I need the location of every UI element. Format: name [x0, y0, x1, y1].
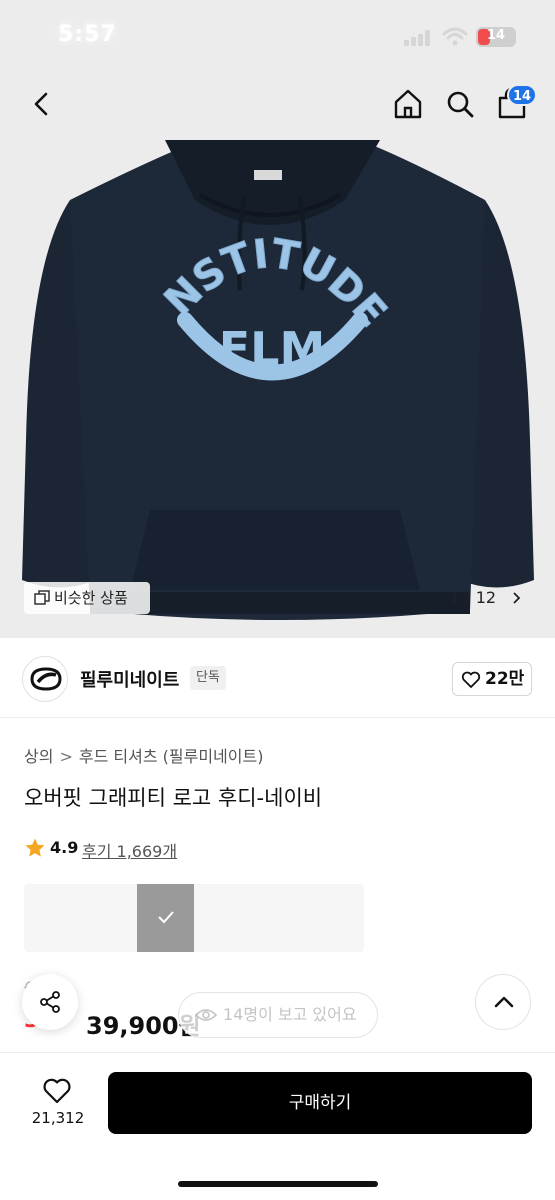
brand-logo-mark — [30, 667, 62, 691]
brand-row: 필루미네이트 단독 22만 — [0, 648, 555, 718]
cart-count-badge: 14 — [507, 84, 537, 106]
top-navigation: 14 — [0, 76, 555, 134]
product-image[interactable]: INSTITUDE FLM — [0, 140, 555, 638]
exclusive-badge: 단독 — [190, 666, 226, 690]
status-bar: 5:57 14 — [0, 0, 555, 70]
brand-name[interactable]: 필루미네이트 — [80, 666, 179, 692]
wishlist-heart-icon[interactable] — [42, 1077, 72, 1105]
review-count-link[interactable]: 후기 1,669개 — [82, 838, 177, 862]
battery-icon: 14 — [476, 27, 516, 47]
brand-logo[interactable] — [22, 656, 68, 702]
check-icon — [158, 911, 174, 924]
search-icon[interactable] — [442, 86, 478, 122]
status-time: 5:57 — [58, 22, 117, 47]
live-viewers-text: 14명이 보고 있어요 — [223, 1005, 357, 1024]
similar-products-label: 비슷한 상품 — [54, 589, 128, 607]
copy-icon — [34, 590, 50, 605]
home-indicator — [178, 1181, 378, 1187]
star-icon — [25, 838, 45, 857]
signal-icon — [404, 30, 436, 46]
page-counter-text: 1 / 12 — [450, 588, 497, 607]
selected-color-option[interactable] — [137, 884, 194, 952]
wishlist-count: 21,312 — [31, 1109, 85, 1127]
similar-products-button[interactable]: 비슷한 상품 — [24, 582, 150, 614]
color-option-strip — [24, 884, 364, 952]
image-page-counter[interactable]: 1 / 12 — [450, 582, 530, 614]
breadcrumb-separator: > — [59, 747, 73, 766]
scroll-to-top-button[interactable] — [475, 974, 531, 1030]
home-icon[interactable] — [390, 86, 426, 122]
eye-icon — [195, 1009, 217, 1021]
buy-button[interactable]: 구매하기 — [108, 1072, 532, 1134]
share-icon — [40, 991, 60, 1013]
heart-icon — [461, 671, 481, 688]
product-title: 오버핏 그래피티 로고 후디-네이비 — [24, 786, 323, 810]
back-arrow-icon[interactable] — [24, 86, 60, 122]
brand-like-count: 22만 — [485, 669, 525, 689]
brand-like-button[interactable]: 22만 — [452, 662, 532, 696]
wifi-icon — [442, 27, 468, 46]
breadcrumb-subcategory[interactable]: 후드 티셔츠 (필루미네이트) — [79, 747, 264, 766]
share-button[interactable] — [22, 974, 78, 1030]
battery-level: 14 — [486, 28, 506, 43]
breadcrumb: 상의 > 후드 티셔츠 (필루미네이트) — [24, 743, 263, 767]
breadcrumb-category[interactable]: 상의 — [24, 747, 53, 766]
bottom-purchase-bar: 21,312 구매하기 — [0, 1052, 555, 1200]
live-viewers-pill: 14명이 보고 있어요 — [178, 992, 378, 1038]
chevron-right-icon — [513, 592, 521, 604]
chevron-up-icon — [494, 996, 514, 1008]
rating-score: 4.9 — [50, 838, 79, 857]
